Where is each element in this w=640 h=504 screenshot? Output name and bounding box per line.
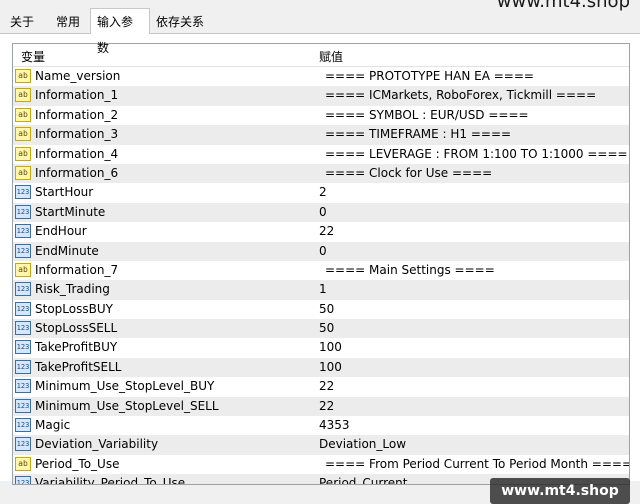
table-body: ab Name_version ==== PROTOTYPE HAN EA ====… [13, 67, 629, 485]
param-value[interactable]: ==== Clock for Use ==== [325, 166, 492, 180]
param-value[interactable]: 100 [319, 340, 342, 354]
table-row[interactable]: 123 Minimum_Use_StopLevel_SELL 22 [13, 396, 629, 417]
tab-bar: 关于 常用 输入参数 依存关系 www.mt4.shop [0, 0, 640, 55]
param-name: Risk_Trading [35, 282, 110, 297]
table-row[interactable]: 123 EndMinute 0 [13, 241, 629, 261]
param-value[interactable]: ==== Main Settings ==== [325, 263, 495, 277]
tab-dependencies[interactable]: 依存关系 [150, 11, 210, 33]
tab-about[interactable]: 关于 [4, 11, 40, 33]
param-value[interactable]: 1 [319, 282, 327, 296]
table-row[interactable]: 123 EndHour 22 [13, 222, 629, 242]
param-name: Information_2 [35, 107, 119, 122]
header-value[interactable]: 赋值 [319, 48, 343, 65]
param-name: Minimum_Use_StopLevel_BUY [35, 379, 215, 394]
param-value[interactable]: ==== TIMEFRAME : H1 ==== [325, 127, 511, 141]
table-row[interactable]: ab Period_To_Use ==== From Period Current … [13, 454, 629, 475]
tab-common[interactable]: 常用 [50, 11, 86, 33]
param-value[interactable]: 50 [319, 302, 334, 316]
number-type-icon: 123 [15, 282, 31, 297]
param-value[interactable]: 0 [319, 244, 327, 258]
number-type-icon: 123 [15, 321, 31, 336]
param-name: Minimum_Use_StopLevel_SELL [35, 398, 219, 413]
param-value[interactable]: 4353 [319, 418, 350, 432]
table-row[interactable]: 123 TakeProfitBUY 100 [13, 338, 629, 358]
param-name: StopLossBUY [35, 301, 113, 316]
param-name: Information_1 [35, 88, 119, 103]
table-row[interactable]: 123 Magic 4353 [13, 416, 629, 436]
param-name: Information_7 [35, 262, 119, 277]
table-row[interactable]: ab Information_4 ==== LEVERAGE : FROM 1:10… [13, 144, 629, 164]
param-value[interactable]: ==== From Period Current To Period Month… [325, 457, 629, 471]
param-name: Information_4 [35, 146, 119, 161]
param-value[interactable]: 22 [319, 399, 334, 413]
param-name: Period_To_Use [35, 456, 120, 471]
table-row[interactable]: 123 StartHour 2 [13, 183, 629, 203]
table-row[interactable]: 123 StopLossSELL 50 [13, 319, 629, 339]
number-type-icon: 123 [15, 437, 31, 452]
param-name: Deviation_Variability [35, 437, 159, 452]
param-name: Variability_Period_To_Use [35, 476, 186, 485]
header-variable[interactable]: 变量 [21, 48, 45, 65]
table-row[interactable]: ab Name_version ==== PROTOTYPE HAN EA ==== [13, 67, 629, 87]
param-name: StopLossSELL [35, 321, 118, 336]
param-value[interactable]: ==== ICMarkets, RoboForex, Tickmill ==== [325, 88, 596, 102]
table-row[interactable]: 123 Deviation_Variability Deviation_Low [13, 435, 629, 455]
number-type-icon: 123 [15, 224, 31, 239]
string-type-icon: ab [15, 69, 31, 83]
table-row[interactable]: ab Information_7 ==== Main Settings ==== [13, 260, 629, 281]
number-type-icon: 123 [15, 301, 31, 316]
table-row[interactable]: 123 StopLossBUY 50 [13, 299, 629, 320]
table-row[interactable]: 123 Minimum_Use_StopLevel_BUY 22 [13, 377, 629, 397]
string-type-icon: ab [15, 456, 31, 471]
string-type-icon: ab [15, 165, 31, 180]
tab-inputs[interactable]: 输入参数 [90, 8, 150, 55]
param-value[interactable]: Deviation_Low [319, 437, 406, 451]
number-type-icon: 123 [15, 476, 31, 484]
param-value[interactable]: 2 [319, 185, 327, 199]
param-name: Information_6 [35, 165, 119, 180]
param-value[interactable]: ==== LEVERAGE : FROM 1:100 TO 1:1000 ===… [325, 147, 628, 161]
parameters-table[interactable]: 变量 赋值 ab Name_version ==== PROTOTYPE HAN E… [12, 43, 630, 485]
string-type-icon: ab [15, 107, 31, 122]
string-type-icon: ab [15, 262, 31, 277]
table-row[interactable]: 123 TakeProfitSELL 100 [13, 357, 629, 378]
number-type-icon: 123 [15, 185, 31, 200]
param-name: StartHour [35, 185, 94, 200]
number-type-icon: 123 [15, 359, 31, 374]
param-value[interactable]: 22 [319, 379, 334, 393]
string-type-icon: ab [15, 146, 31, 161]
param-name: EndMinute [35, 243, 99, 258]
param-value[interactable]: Period_Current [319, 476, 408, 484]
table-row[interactable]: ab Information_2 ==== SYMBOL : EUR/USD ===… [13, 105, 629, 126]
number-type-icon: 123 [15, 398, 31, 413]
number-type-icon: 123 [15, 340, 31, 355]
param-name: EndHour [35, 224, 87, 239]
param-value[interactable]: ==== PROTOTYPE HAN EA ==== [325, 69, 534, 83]
param-name: Magic [35, 418, 71, 433]
number-type-icon: 123 [15, 379, 31, 394]
string-type-icon: ab [15, 127, 31, 142]
param-value[interactable]: ==== SYMBOL : EUR/USD ==== [325, 108, 529, 122]
param-value[interactable]: 100 [319, 360, 342, 374]
inputs-panel: 变量 赋值 ab Name_version ==== PROTOTYPE HAN E… [0, 33, 640, 504]
param-name: Name_version [35, 69, 121, 83]
param-value[interactable]: 50 [319, 321, 334, 335]
table-row[interactable]: ab Information_3 ==== TIMEFRAME : H1 ==== [13, 125, 629, 145]
watermark-top: www.mt4.shop [496, 0, 630, 12]
number-type-icon: 123 [15, 243, 31, 258]
param-name: TakeProfitSELL [35, 359, 122, 374]
table-row[interactable]: ab Information_1 ==== ICMarkets, RoboForex… [13, 86, 629, 106]
param-name: Information_3 [35, 127, 119, 142]
table-row[interactable]: 123 StartMinute 0 [13, 202, 629, 223]
table-row[interactable]: 123 Risk_Trading 1 [13, 280, 629, 300]
watermark-bottom: www.mt4.shop [490, 478, 630, 504]
number-type-icon: 123 [15, 418, 31, 433]
param-name: TakeProfitBUY [35, 340, 118, 355]
param-value[interactable]: 0 [319, 205, 327, 219]
param-name: StartMinute [35, 204, 106, 219]
param-value[interactable]: 22 [319, 224, 334, 238]
number-type-icon: 123 [15, 204, 31, 219]
table-row[interactable]: ab Information_6 ==== Clock for Use ==== [13, 163, 629, 184]
string-type-icon: ab [15, 88, 31, 103]
